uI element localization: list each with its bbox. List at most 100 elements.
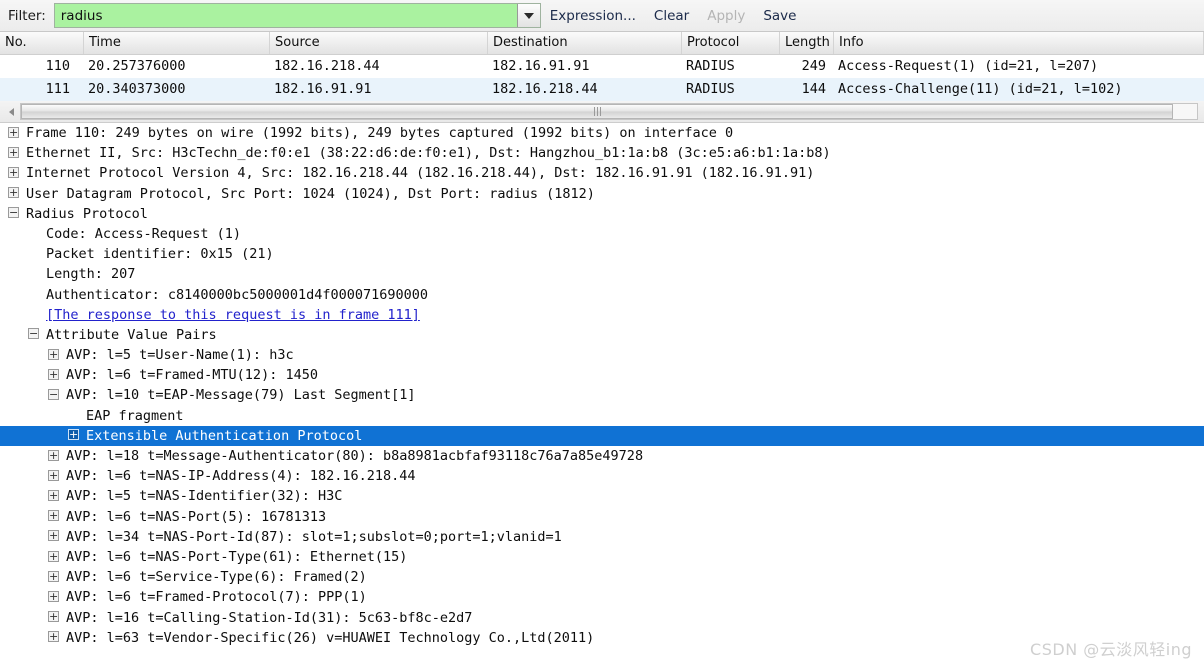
packet-cell-protocol: RADIUS bbox=[686, 58, 735, 74]
column-header-time[interactable]: Time bbox=[84, 32, 270, 54]
filter-label: Filter: bbox=[8, 7, 46, 24]
scroll-left-button[interactable] bbox=[4, 103, 18, 121]
tree-expand-icon[interactable]: + bbox=[48, 348, 59, 360]
column-header-dest[interactable]: Destination bbox=[488, 32, 682, 54]
detail-row[interactable]: + AVP: l=63 t=Vendor-Specific(26) v=HUAWE… bbox=[0, 628, 1204, 645]
tree-expand-icon[interactable]: + bbox=[48, 550, 59, 562]
scrollbar-track[interactable] bbox=[20, 103, 1198, 120]
display-filter-input[interactable] bbox=[54, 4, 517, 27]
detail-row-label: AVP: l=5 t=NAS-Identifier(32): H3C bbox=[66, 488, 343, 505]
tree-expand-icon[interactable]: + bbox=[8, 187, 19, 199]
packet-cell-no: 110 bbox=[45, 58, 70, 74]
detail-row-label: AVP: l=6 t=Framed-Protocol(7): PPP(1) bbox=[66, 589, 367, 606]
detail-row[interactable]: + User Datagram Protocol, Src Port: 1024 … bbox=[0, 184, 1204, 204]
detail-row[interactable]: + AVP: l=5 t=NAS-Identifier(32): H3C bbox=[0, 486, 1204, 506]
tree-expand-icon[interactable]: + bbox=[48, 611, 59, 623]
detail-row-label: Packet identifier: 0x15 (21) bbox=[46, 246, 274, 263]
detail-row[interactable]: − AVP: l=10 t=EAP-Message(79) Last Segmen… bbox=[0, 385, 1204, 405]
column-header-no[interactable]: No. bbox=[0, 32, 84, 54]
packet-list-pane[interactable]: No. Time Source Destination Protocol Length In… bbox=[0, 32, 1204, 101]
tree-expand-icon[interactable]: + bbox=[48, 570, 59, 582]
filter-history-dropdown-button[interactable] bbox=[516, 4, 540, 27]
detail-row[interactable]: EAP fragment bbox=[0, 406, 1204, 426]
arrow-left-icon bbox=[8, 107, 14, 116]
tree-expand-icon[interactable]: + bbox=[68, 429, 79, 441]
detail-row[interactable]: Length: 207 bbox=[0, 264, 1204, 284]
tree-expand-icon[interactable]: + bbox=[48, 530, 59, 542]
detail-row-label: Ethernet II, Src: H3cTechn_de:f0:e1 (38:… bbox=[26, 145, 831, 162]
tree-expand-icon[interactable]: + bbox=[48, 449, 59, 461]
filter-expression-button[interactable]: Expression... bbox=[541, 0, 645, 32]
tree-collapse-icon[interactable]: − bbox=[28, 328, 39, 340]
tree-expand-icon[interactable]: + bbox=[48, 469, 59, 481]
tree-expand-icon[interactable]: + bbox=[48, 489, 59, 501]
detail-row[interactable]: Packet identifier: 0x15 (21) bbox=[0, 244, 1204, 264]
detail-row[interactable]: + Frame 110: 249 bytes on wire (1992 bits… bbox=[0, 123, 1204, 143]
tree-expand-icon[interactable]: + bbox=[48, 631, 59, 643]
column-header-source[interactable]: Source bbox=[270, 32, 488, 54]
detail-row-label: [The response to this request is in fram… bbox=[46, 306, 420, 323]
detail-row[interactable]: [The response to this request is in fram… bbox=[0, 305, 1204, 325]
filter-apply-button[interactable]: Apply bbox=[698, 0, 754, 32]
tree-expand-icon[interactable]: + bbox=[8, 126, 19, 138]
detail-row-label: AVP: l=63 t=Vendor-Specific(26) v=HUAWEI… bbox=[66, 629, 595, 645]
detail-row[interactable]: + AVP: l=34 t=NAS-Port-Id(87): slot=1;sub… bbox=[0, 527, 1204, 547]
tree-collapse-icon[interactable]: − bbox=[8, 207, 19, 219]
packet-cell-dest: 182.16.218.44 bbox=[492, 81, 598, 97]
filter-save-button[interactable]: Save bbox=[754, 0, 805, 32]
column-header-info[interactable]: Info bbox=[834, 32, 1204, 54]
packet-cell-length: 144 bbox=[801, 81, 826, 97]
tree-expand-icon[interactable]: + bbox=[8, 166, 19, 178]
packet-cell-source: 182.16.218.44 bbox=[274, 58, 380, 74]
detail-row[interactable]: + AVP: l=6 t=Service-Type(6): Framed(2) bbox=[0, 567, 1204, 587]
packet-list-row[interactable]: 111 20.340373000 182.16.91.91 182.16.218.44… bbox=[0, 78, 1204, 101]
detail-row[interactable]: Code: Access-Request (1) bbox=[0, 224, 1204, 244]
detail-row[interactable]: + AVP: l=6 t=Framed-MTU(12): 1450 bbox=[0, 365, 1204, 385]
detail-row[interactable]: − Attribute Value Pairs bbox=[0, 325, 1204, 345]
detail-row[interactable]: + Ethernet II, Src: H3cTechn_de:f0:e1 (38… bbox=[0, 143, 1204, 163]
packet-list-horizontal-scrollbar[interactable] bbox=[0, 101, 1204, 123]
detail-row-label: AVP: l=18 t=Message-Authenticator(80): b… bbox=[66, 448, 644, 464]
packet-cell-time: 20.340373000 bbox=[88, 81, 186, 97]
grip-icon bbox=[593, 104, 602, 119]
detail-row[interactable]: + AVP: l=6 t=Framed-Protocol(7): PPP(1) bbox=[0, 587, 1204, 607]
filter-toolbar: Filter: Expression... Clear Apply Save bbox=[0, 0, 1204, 32]
detail-row-selected[interactable]: + Extensible Authentication Protocol bbox=[0, 425, 1204, 446]
detail-row[interactable]: + AVP: l=18 t=Message-Authenticator(80): … bbox=[0, 446, 1204, 466]
filter-clear-button[interactable]: Clear bbox=[645, 0, 698, 32]
packet-cell-source: 182.16.91.91 bbox=[274, 81, 372, 97]
packet-cell-no: 111 bbox=[45, 81, 70, 97]
detail-row-label: Authenticator: c8140000bc5000001d4f00007… bbox=[46, 286, 429, 303]
packet-cell-info: Access-Challenge(11) (id=21, l=102) bbox=[838, 81, 1123, 97]
detail-row[interactable]: Authenticator: c8140000bc5000001d4f00007… bbox=[0, 285, 1204, 305]
detail-row-label: Extensible Authentication Protocol bbox=[86, 427, 363, 444]
detail-row-label: Attribute Value Pairs bbox=[46, 326, 217, 343]
tree-expand-icon[interactable]: + bbox=[8, 146, 19, 158]
detail-row[interactable]: + AVP: l=6 t=NAS-Port(5): 16781313 bbox=[0, 507, 1204, 527]
packet-list-row[interactable]: 110 20.257376000 182.16.218.44 182.16.91.91… bbox=[0, 55, 1204, 78]
display-filter-combobox[interactable] bbox=[53, 3, 541, 28]
detail-row[interactable]: + AVP: l=5 t=User-Name(1): h3c bbox=[0, 345, 1204, 365]
detail-row[interactable]: + Internet Protocol Version 4, Src: 182.1… bbox=[0, 163, 1204, 183]
detail-row-label: AVP: l=6 t=NAS-Port(5): 16781313 bbox=[66, 508, 327, 525]
column-header-protocol[interactable]: Protocol bbox=[682, 32, 780, 54]
detail-row[interactable]: + AVP: l=6 t=NAS-Port-Type(61): Ethernet(… bbox=[0, 547, 1204, 567]
detail-row-label: AVP: l=34 t=NAS-Port-Id(87): slot=1;subs… bbox=[66, 528, 562, 545]
scrollbar-thumb[interactable] bbox=[21, 104, 1174, 119]
detail-row[interactable]: + AVP: l=6 t=NAS-IP-Address(4): 182.16.21… bbox=[0, 466, 1204, 486]
tree-expand-icon[interactable]: + bbox=[48, 510, 59, 522]
tree-expand-icon[interactable]: + bbox=[48, 590, 59, 602]
detail-row[interactable]: − Radius Protocol bbox=[0, 204, 1204, 224]
packet-cell-dest: 182.16.91.91 bbox=[492, 58, 590, 74]
packet-list-body[interactable]: 110 20.257376000 182.16.218.44 182.16.91.91… bbox=[0, 55, 1204, 101]
detail-row[interactable]: + AVP: l=16 t=Calling-Station-Id(31): 5c6… bbox=[0, 608, 1204, 628]
tree-expand-icon[interactable]: + bbox=[48, 368, 59, 380]
tree-collapse-icon[interactable]: − bbox=[48, 389, 59, 401]
detail-row-label: Length: 207 bbox=[46, 266, 136, 283]
column-header-length[interactable]: Length bbox=[780, 32, 834, 54]
packet-detail-pane[interactable]: + Frame 110: 249 bytes on wire (1992 bits… bbox=[0, 123, 1204, 645]
detail-row-label: Internet Protocol Version 4, Src: 182.16… bbox=[26, 165, 815, 182]
